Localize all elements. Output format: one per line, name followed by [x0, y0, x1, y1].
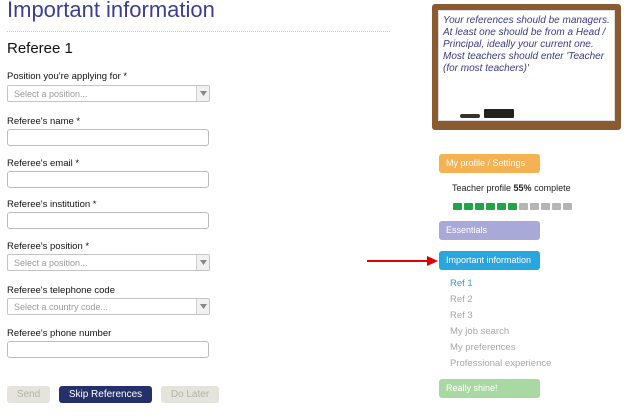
profile-status-prefix: Teacher profile	[452, 183, 514, 193]
phone-number-label: Referee's phone number	[7, 328, 112, 339]
referee-name-input[interactable]	[7, 129, 209, 146]
progress-segment	[530, 203, 539, 210]
submenu-my-preferences[interactable]: My preferences	[450, 342, 515, 353]
progress-segment	[475, 203, 484, 210]
submenu-ref-1[interactable]: Ref 1	[450, 278, 473, 289]
referee-position-label: Referee's position *	[7, 241, 90, 252]
referee-name-label: Referee's name *	[7, 116, 81, 127]
referee-position-select[interactable]: Select a position...	[7, 254, 210, 271]
referee-email-input[interactable]	[7, 171, 209, 188]
position-applying-label: Position you're applying for *	[7, 71, 128, 82]
submenu-professional-experience[interactable]: Professional experience	[450, 358, 551, 369]
referee-position-placeholder: Select a position...	[14, 258, 88, 268]
submenu-ref-3[interactable]: Ref 3	[450, 310, 473, 321]
arrow-right-icon	[367, 256, 438, 266]
referee-institution-input[interactable]	[7, 212, 209, 229]
chalk-icon	[460, 114, 480, 118]
position-applying-placeholder: Select a position...	[14, 89, 88, 99]
tip-text: Your references should be managers. At l…	[443, 15, 610, 74]
progress-segment	[453, 203, 462, 210]
page-title: Important information	[7, 0, 215, 22]
telephone-code-label: Referee's telephone code	[7, 285, 115, 296]
telephone-code-placeholder: Select a country code...	[14, 302, 109, 312]
skip-references-button[interactable]: Skip References	[59, 386, 152, 403]
profile-percent: 55%	[513, 183, 532, 193]
tip-blackboard: Your references should be managers. At l…	[432, 4, 621, 130]
telephone-code-select[interactable]: Select a country code...	[7, 298, 210, 315]
referee-institution-label: Referee's institution *	[7, 199, 97, 210]
progress-segment	[563, 203, 572, 210]
do-later-button[interactable]: Do Later	[161, 386, 219, 403]
eraser-icon	[484, 109, 514, 118]
progress-segment	[541, 203, 550, 210]
position-applying-select[interactable]: Select a position...	[7, 85, 210, 102]
phone-number-input[interactable]	[7, 341, 209, 358]
section-title: Referee 1	[7, 40, 73, 57]
profile-completion-text: Teacher profile 55% complete	[452, 183, 571, 193]
menu-my-profile-settings[interactable]: My profile / Settings	[439, 154, 540, 173]
progress-segment	[464, 203, 473, 210]
menu-really-shine[interactable]: Really shine!	[439, 379, 540, 398]
progress-segment	[552, 203, 561, 210]
menu-essentials[interactable]: Essentials	[439, 221, 540, 240]
profile-status-suffix: complete	[531, 183, 571, 193]
blackboard-surface: Your references should be managers. At l…	[438, 10, 615, 121]
referee-email-label: Referee's email *	[7, 158, 80, 169]
chevron-down-icon[interactable]	[196, 299, 209, 314]
progress-segment	[508, 203, 517, 210]
progress-segment	[486, 203, 495, 210]
menu-important-information[interactable]: Important information	[439, 251, 540, 270]
chevron-down-icon[interactable]	[196, 255, 209, 270]
progress-segment	[519, 203, 528, 210]
profile-progress-bar	[453, 203, 572, 210]
send-button[interactable]: Send	[7, 386, 50, 403]
chevron-down-icon[interactable]	[196, 86, 209, 101]
submenu-my-job-search[interactable]: My job search	[450, 326, 509, 337]
progress-segment	[497, 203, 506, 210]
submenu-ref-2[interactable]: Ref 2	[450, 294, 473, 305]
title-divider	[7, 31, 390, 32]
